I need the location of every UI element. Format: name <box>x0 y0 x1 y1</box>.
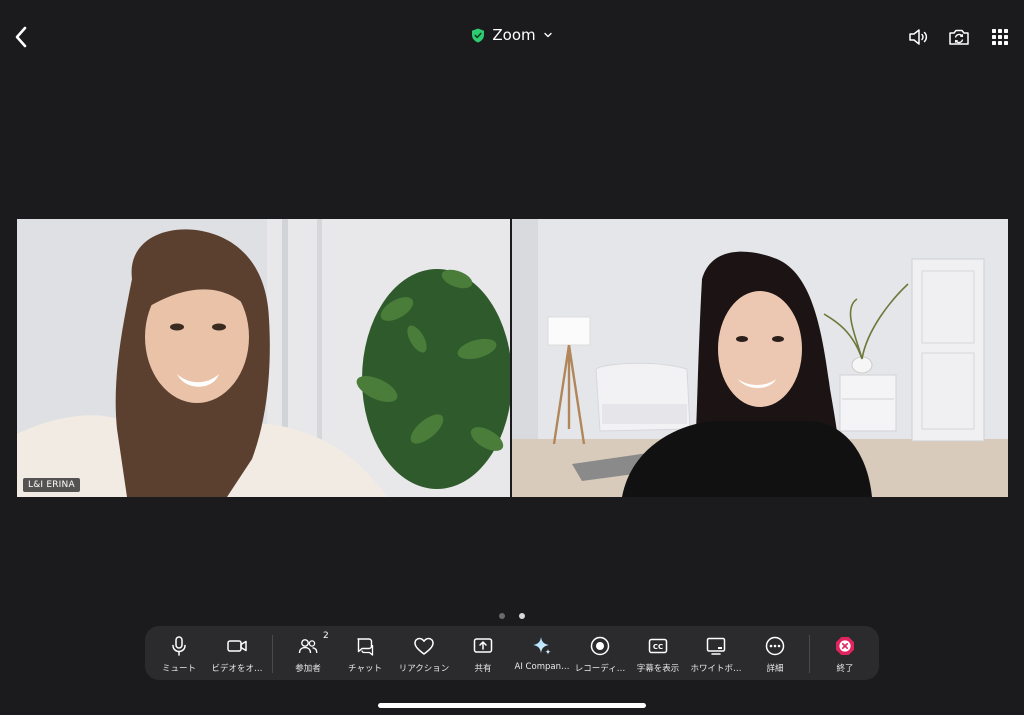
camera-flip-icon[interactable] <box>947 25 971 49</box>
record-icon <box>590 636 610 656</box>
participant-video-feed <box>512 219 1008 497</box>
participants-icon <box>298 639 318 654</box>
video-button[interactable]: ビデオをオ… <box>209 626 265 680</box>
participants-count-badge: 2 <box>323 631 329 641</box>
page-dot-2[interactable] <box>518 613 525 619</box>
speaker-icon[interactable] <box>906 25 930 49</box>
ai-companion-button[interactable]: AI Compan… <box>511 626 573 680</box>
whiteboard-label: ホワイトボ… <box>690 664 742 674</box>
top-bar: Zoom <box>0 0 1024 72</box>
meeting-title: Zoom <box>492 26 536 44</box>
closed-captions-icon: CC <box>648 638 668 654</box>
end-meeting-label: 終了 <box>836 664 854 674</box>
share-button[interactable]: 共有 <box>457 626 509 680</box>
participant-name-tag: L&I ERINA <box>23 478 80 492</box>
participants-label: 参加者 <box>295 664 321 674</box>
reactions-label: リアクション <box>398 664 450 674</box>
toolbar-separator <box>809 635 810 673</box>
whiteboard-button[interactable]: ホワイトボ… <box>687 626 745 680</box>
chat-icon <box>357 638 374 656</box>
reactions-button[interactable]: リアクション <box>393 626 455 680</box>
participant-video-feed <box>17 219 510 497</box>
chat-button[interactable]: チャット <box>339 626 391 680</box>
participant-video-tile-1[interactable]: L&I ERINA <box>17 219 510 497</box>
chat-label: チャット <box>348 664 382 674</box>
participant-video-tile-2[interactable] <box>512 219 1008 497</box>
shield-check-icon <box>472 28 485 42</box>
video-label: ビデオをオ… <box>211 664 263 674</box>
ai-companion-label: AI Compan… <box>514 662 570 672</box>
end-meeting-icon <box>836 637 854 655</box>
meeting-title-button[interactable]: Zoom <box>471 26 552 44</box>
share-label: 共有 <box>474 664 492 674</box>
grid-icon[interactable] <box>988 25 1012 49</box>
meeting-toolbar: ミュート ビデオをオ… 参加者 2 チャット リアクション 共有 AI Comp… <box>145 626 879 680</box>
share-screen-icon <box>473 638 493 653</box>
whiteboard-icon <box>706 637 726 655</box>
captions-button[interactable]: CC 字幕を表示 <box>631 626 685 680</box>
captions-label: 字幕を表示 <box>636 664 680 674</box>
mute-button[interactable]: ミュート <box>153 626 205 680</box>
sparkle-icon <box>533 637 551 655</box>
page-dot-1[interactable] <box>499 613 506 619</box>
chevron-down-icon <box>543 32 552 38</box>
more-button[interactable]: 詳細 <box>749 626 801 680</box>
record-button[interactable]: レコーディ… <box>573 626 627 680</box>
video-camera-icon <box>227 640 247 652</box>
heart-icon <box>414 637 434 655</box>
home-indicator[interactable] <box>378 703 646 708</box>
mute-label: ミュート <box>161 664 196 674</box>
record-label: レコーディ… <box>574 664 626 674</box>
toolbar-separator <box>272 635 273 673</box>
more-label: 詳細 <box>766 664 784 674</box>
more-options-icon <box>765 636 785 656</box>
page-indicator[interactable] <box>0 604 1024 623</box>
microphone-icon <box>172 636 186 656</box>
svg-text:CC: CC <box>653 643 663 651</box>
end-meeting-button[interactable]: 終了 <box>819 626 871 680</box>
